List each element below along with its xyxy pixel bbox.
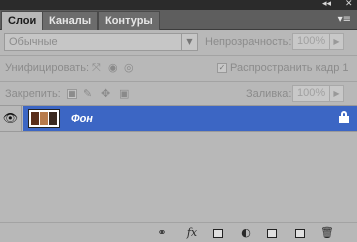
layers-panel: Обычные ▼ Непрозрачность: 100% ▶ Унифици… (0, 30, 357, 242)
panel-title-bar: ◂◂ ✕ (0, 0, 357, 10)
opacity-field[interactable]: 100% ▶ (292, 33, 344, 50)
lock-pixels-brush-icon[interactable]: ✎ (83, 87, 92, 101)
layer-thumbnail (28, 109, 60, 128)
lock-all-icon[interactable]: ▣ (119, 87, 129, 101)
blend-mode-dropdown[interactable]: Обычные ▼ (4, 33, 198, 51)
layer-selected-area[interactable]: Фон (23, 106, 357, 131)
unify-label: Унифицировать: (5, 62, 90, 74)
opacity-value: 100% (297, 35, 326, 47)
tab-channels[interactable]: Каналы (42, 11, 99, 30)
unify-position-icon[interactable]: ⤧ (92, 61, 101, 75)
layers-bottom-toolbar: ⚭ fx ◐ 🗑 (0, 222, 357, 242)
new-group-folder-icon[interactable] (264, 226, 280, 240)
chevron-down-icon: ▼ (181, 34, 197, 50)
blend-opacity-row: Обычные ▼ Непрозрачность: 100% ▶ (0, 30, 357, 54)
tab-paths[interactable]: Контуры (98, 11, 160, 30)
tab-layers[interactable]: Слои (1, 11, 44, 31)
fill-field[interactable]: 100% ▶ (292, 85, 344, 102)
lock-label: Закрепить: (5, 88, 61, 100)
new-layer-icon[interactable] (292, 226, 308, 240)
panel-menu-icon[interactable]: ▾≡ (338, 14, 351, 25)
chevron-right-icon: ▶ (329, 34, 343, 49)
blend-mode-value: Обычные (9, 36, 58, 48)
layer-style-fx-icon[interactable]: fx (184, 226, 200, 240)
delete-layer-trash-icon[interactable]: 🗑 (319, 226, 335, 240)
opacity-label: Непрозрачность: (205, 36, 292, 48)
layer-name: Фон (71, 113, 93, 125)
propagate-frame-checkbox[interactable]: ✓ (217, 63, 227, 73)
add-mask-icon[interactable] (210, 226, 226, 240)
unify-style-icon[interactable]: ◎ (124, 61, 134, 75)
link-layers-icon[interactable]: ⚭ (154, 226, 170, 240)
fill-value: 100% (297, 87, 326, 99)
panel-tab-bar: Слои Каналы Контуры ▾≡ (0, 10, 357, 31)
close-panel-icon[interactable]: ✕ (345, 0, 353, 9)
adjustment-layer-icon[interactable]: ◐ (238, 226, 254, 240)
eye-visibility-icon[interactable]: 👁 (0, 106, 22, 131)
chevron-right-icon: ▶ (329, 86, 343, 101)
lock-transparency-icon[interactable]: ▦ (67, 89, 77, 99)
propagate-frame-label: Распространить кадр 1 (230, 62, 349, 74)
unify-visibility-icon[interactable]: ◉ (108, 61, 118, 75)
fill-label: Заливка: (246, 88, 292, 100)
lock-position-move-icon[interactable]: ✥ (101, 87, 110, 101)
layer-row[interactable]: 👁 Фон (0, 105, 357, 132)
lock-fill-row: Закрепить: ▦ ✎ ✥ ▣ Заливка: 100% ▶ (0, 82, 357, 106)
layer-lock-icon (339, 110, 349, 124)
unify-row: Унифицировать: ⤧ ◉ ◎ ✓ Распространить ка… (0, 56, 357, 80)
collapse-panels-icon[interactable]: ◂◂ (322, 0, 331, 9)
